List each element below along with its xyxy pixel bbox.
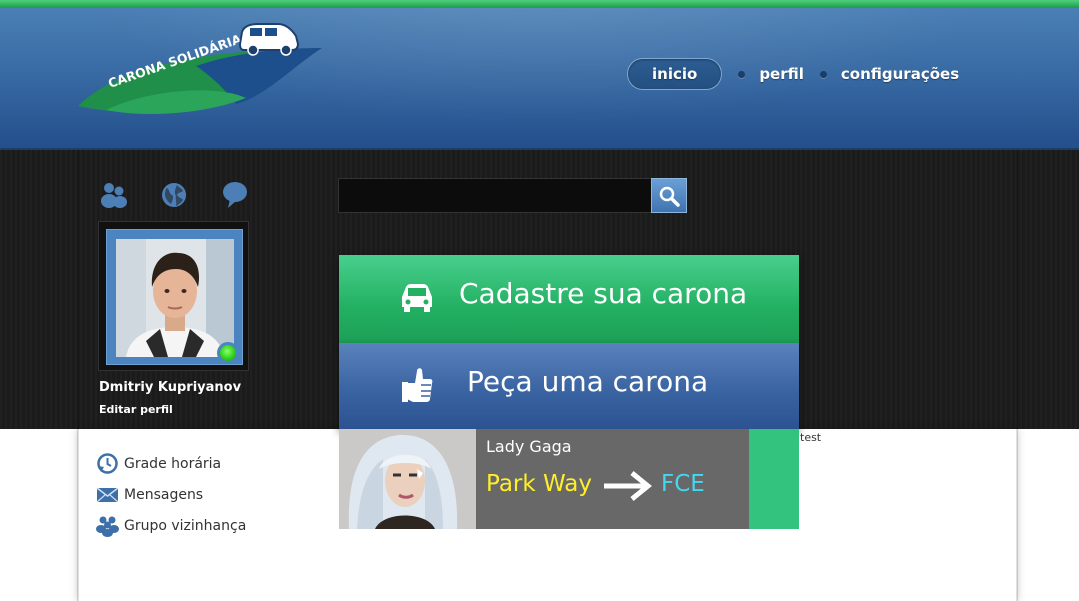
nav-perfil[interactable]: perfil [759,65,804,83]
car-logo-icon [238,23,300,56]
nav-separator [738,70,746,78]
driver-photo [339,429,476,529]
avatar[interactable] [98,221,249,371]
top-accent-line [0,0,1079,8]
online-status-indicator [217,342,239,364]
group-icon [96,516,119,537]
thumbs-up-icon [402,368,433,402]
nav-inicio[interactable]: inicio [627,58,723,90]
ride-origin: Park Way [486,471,592,497]
side-menu-label: Grade horária [124,455,222,472]
group-icon[interactable] [99,180,129,210]
car-icon [402,284,432,312]
side-menu-item-messages[interactable]: Mensagens [96,479,246,510]
ride-accent-bar [749,429,799,529]
driver-name: Lady Gaga [486,437,572,456]
side-menu-label: Grupo vizinhança [124,517,247,534]
request-ride-label: Peça uma carona [467,365,709,398]
offer-ride-button[interactable]: Cadastre sua carona [339,255,799,343]
clock-icon [97,453,118,474]
edit-profile-link[interactable]: Editar perfil [99,403,173,416]
search-input[interactable] [338,178,652,213]
nav-separator [819,70,827,78]
globe-icon[interactable] [159,180,189,210]
ride-card[interactable]: Lady Gaga Park Way FCE [339,429,799,529]
main-nav: inicio perfil configurações [627,58,959,90]
ride-details: Lady Gaga Park Way FCE [476,429,749,529]
user-name[interactable]: Dmitriy Kupriyanov [99,380,241,395]
search-button[interactable] [651,178,687,213]
test-label: test [800,431,822,444]
chat-bubble-icon[interactable] [220,180,250,210]
site-logo[interactable]: CARONA SOLIDÁRIA [76,18,326,123]
ride-destination: FCE [661,471,705,497]
side-menu: Grade horária Mensagens Grupo vizinhança [96,448,246,541]
side-menu-item-neighborhood-group[interactable]: Grupo vizinhança [96,510,246,541]
envelope-icon [96,487,119,503]
side-menu-item-schedule[interactable]: Grade horária [96,448,246,479]
profile-photo [116,239,234,357]
offer-ride-label: Cadastre sua carona [459,277,748,310]
arrow-right-icon [604,471,652,501]
magnifier-icon [659,186,680,207]
nav-configuracoes[interactable]: configurações [841,65,959,83]
request-ride-button[interactable]: Peça uma carona [339,343,799,429]
side-menu-label: Mensagens [124,486,204,503]
